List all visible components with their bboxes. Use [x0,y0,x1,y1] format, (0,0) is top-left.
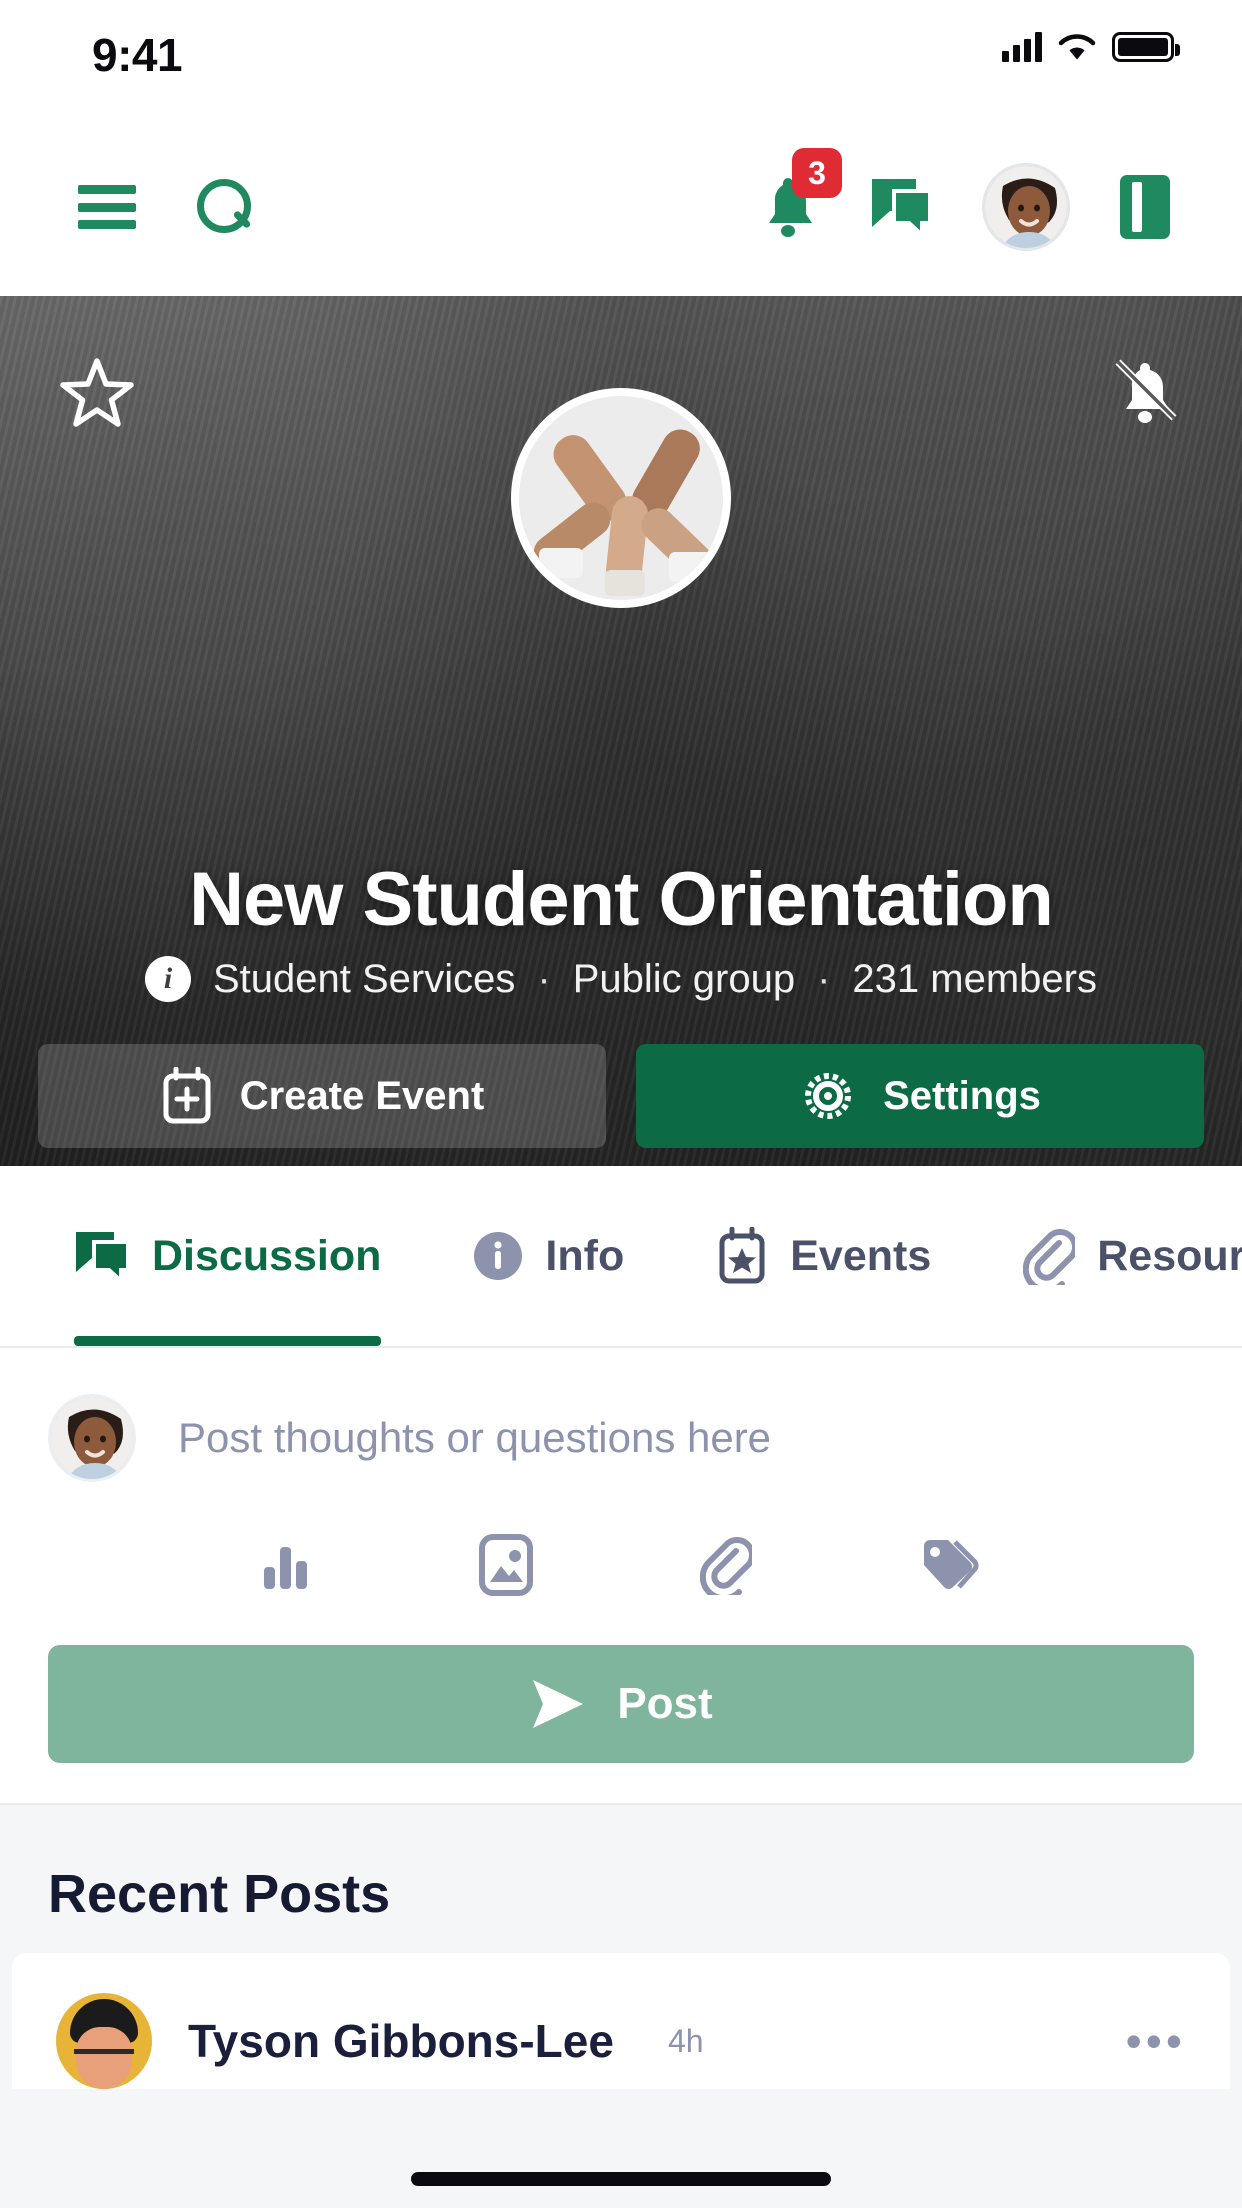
calendar-star-icon [719,1227,765,1284]
group-avatar[interactable] [511,388,731,608]
status-time: 9:41 [92,29,183,81]
tab-resources-label: Resources [1097,1231,1242,1280]
calendar-plus-icon [163,1067,211,1124]
group-owner: Student Services [213,956,516,1001]
image-icon[interactable] [478,1534,534,1601]
tab-events-label: Events [790,1231,932,1280]
post-timestamp: 4h [667,2022,704,2059]
create-event-label: Create Event [239,1073,485,1118]
list-item[interactable]: Tyson Gibbons-Lee 4h ••• [12,1953,1230,2089]
star-outline-icon[interactable] [60,356,134,428]
bell-slash-icon[interactable] [1106,354,1184,430]
tab-info-label: Info [545,1231,625,1280]
app-bar-left-group [0,177,254,237]
tab-info[interactable]: Info [427,1166,670,1346]
battery-icon [1112,32,1180,62]
group-meta: i Student Services · Public group · 231 … [0,956,1242,1002]
app-bar-right-group: 3 [756,148,1242,251]
paperclip-icon [1023,1229,1076,1285]
paperclip-icon[interactable] [700,1535,756,1602]
notifications-badge: 3 [792,148,842,198]
composer-toolbar [48,1534,1194,1602]
status-indicators [1002,32,1180,62]
composer-input[interactable]: Post thoughts or questions here [178,1414,771,1462]
post-author-name: Tyson Gibbons-Lee [188,2015,614,2067]
group-avatar-image [519,396,723,600]
app-screen: 9:41 3 New Student Orientation i Student… [0,0,1242,2208]
tab-events[interactable]: Events [670,1166,977,1346]
gear-icon [805,1073,852,1119]
cellular-signal-icon [1002,32,1042,62]
meta-separator-2: · [817,956,831,1001]
more-horizontal-icon[interactable]: ••• [1126,2014,1186,2068]
tab-resources[interactable]: Resources [977,1166,1242,1346]
composer-avatar-image [51,1397,133,1479]
chat-bubble-icon[interactable] [870,177,932,237]
settings-button[interactable]: Settings [636,1044,1204,1148]
composer-input-row: Post thoughts or questions here [48,1394,1194,1482]
tab-bar: Discussion Info Events Resources [0,1166,1242,1348]
meta-separator-1: · [537,956,551,1001]
poll-bar-chart-icon[interactable] [261,1537,311,1598]
hero-content: New Student Orientation i Student Servic… [0,296,1242,1166]
settings-label: Settings [883,1073,1041,1118]
tag-icon[interactable] [919,1537,981,1598]
chat-bubble-icon [76,1232,130,1282]
info-circle-icon: i [145,956,191,1002]
search-icon[interactable] [194,177,254,237]
hamburger-menu-icon[interactable] [78,185,136,229]
tab-discussion-label: Discussion [152,1231,382,1280]
send-arrow-icon [533,1680,584,1728]
app-bar: 3 [0,118,1242,296]
hero-action-buttons: Create Event Settings [38,1044,1204,1148]
wifi-icon [1058,34,1096,60]
recent-posts-section: Recent Posts [0,1805,1242,1953]
group-hero-banner: New Student Orientation i Student Servic… [0,296,1242,1166]
create-event-button[interactable]: Create Event [38,1044,606,1148]
notifications-button[interactable]: 3 [756,148,842,242]
recent-posts-heading: Recent Posts [48,1864,391,1924]
page-title: New Student Orientation [189,857,1054,942]
composer-avatar[interactable] [48,1394,136,1482]
post-button-label: Post [617,1679,713,1728]
tab-discussion[interactable]: Discussion [0,1166,427,1346]
avatar-image [985,166,1067,248]
home-indicator [411,2172,831,2186]
group-member-count: 231 members [852,956,1097,1001]
post-composer: Post thoughts or questions here Post [0,1348,1242,1805]
avatar[interactable] [982,163,1070,251]
info-circle-icon [474,1232,523,1280]
post-button[interactable]: Post [48,1645,1194,1763]
post-author-avatar[interactable] [56,1993,152,2089]
book-icon[interactable] [1120,175,1170,239]
status-bar: 9:41 [0,0,1242,118]
group-privacy: Public group [572,956,796,1001]
